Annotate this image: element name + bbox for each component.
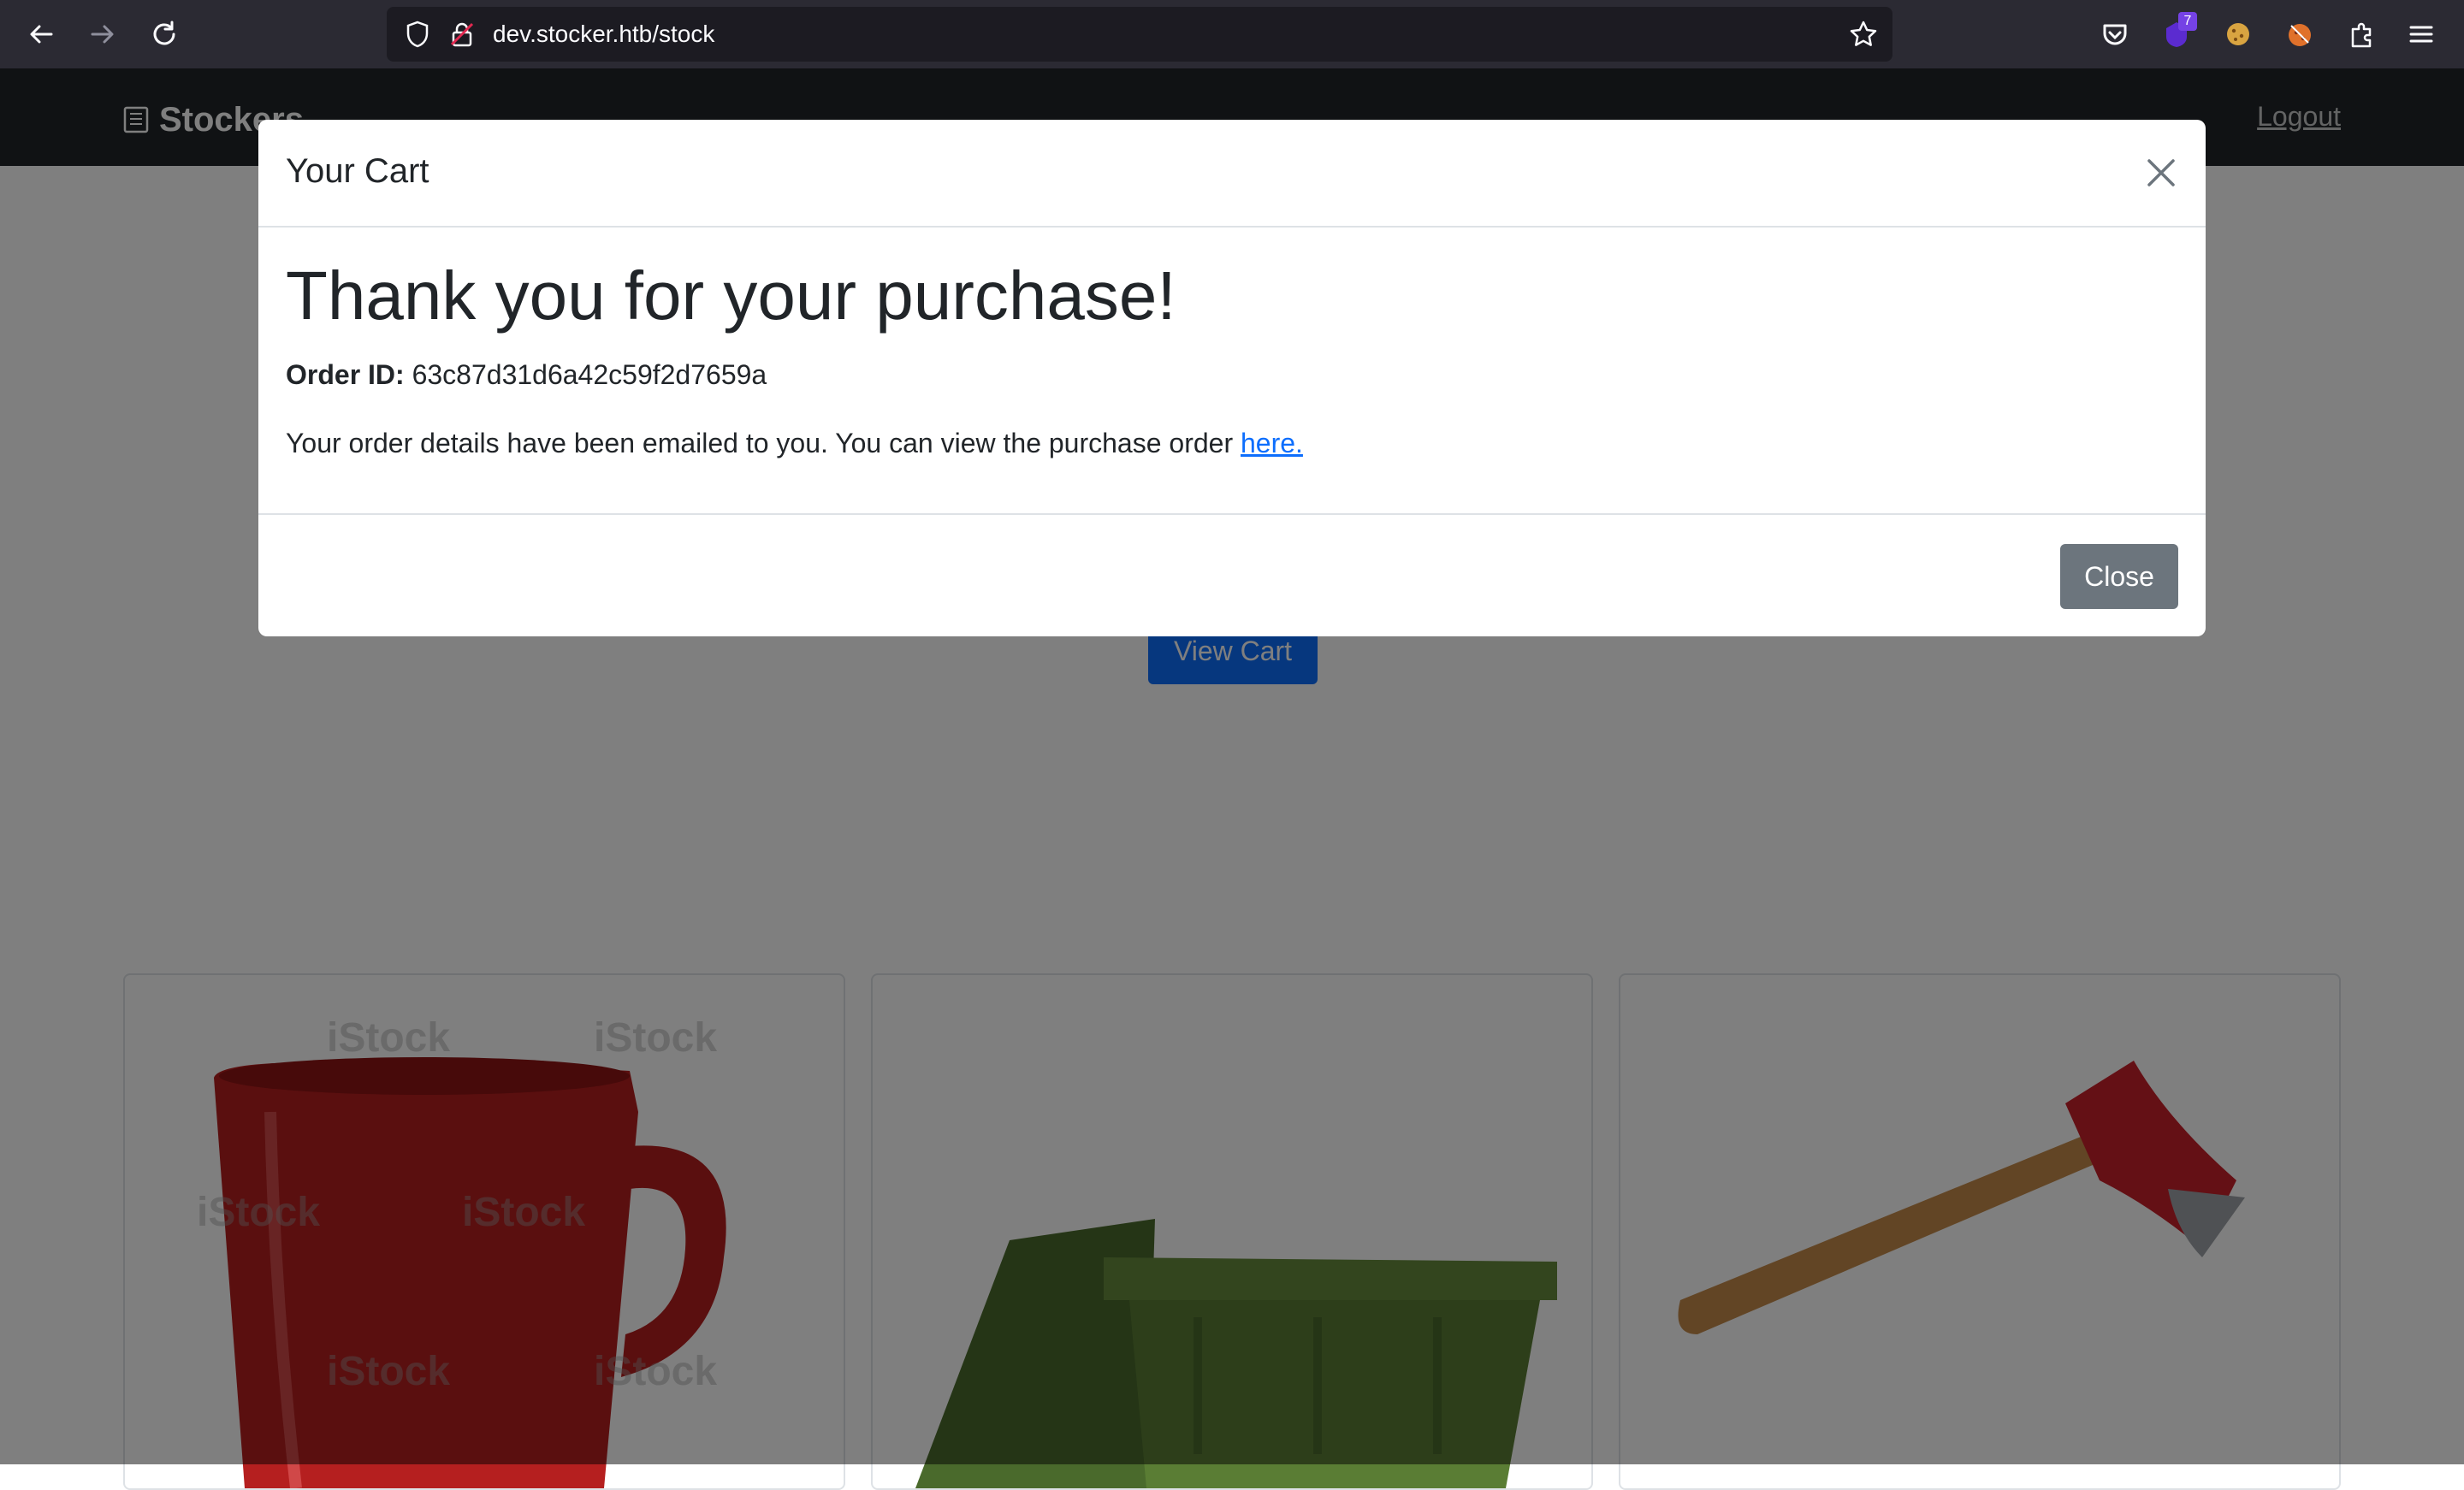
cookie-icon (2227, 23, 2249, 45)
cookie-editor-icon (2289, 24, 2311, 46)
email-notice-text: Your order details have been emailed to … (286, 428, 1241, 458)
insecure-lock-icon[interactable] (447, 19, 477, 50)
extension-button[interactable]: 7 (2159, 12, 2197, 51)
forward-button[interactable] (86, 17, 120, 51)
puzzle-icon (2351, 22, 2372, 48)
cookie-extension-button[interactable] (2221, 17, 2255, 51)
back-button[interactable] (24, 17, 58, 51)
modal-body: Thank you for your purchase! Order ID: 6… (286, 257, 2178, 458)
menu-button[interactable] (2404, 17, 2438, 51)
order-id-line: Order ID: 63c87d31d6a42c59f2d7659a (286, 359, 767, 391)
url-text[interactable]: dev.stocker.htb/stock (493, 21, 714, 48)
address-bar[interactable]: dev.stocker.htb/stock (387, 7, 1892, 62)
star-icon[interactable] (1848, 19, 1879, 50)
purchase-heading: Thank you for your purchase! (286, 257, 1176, 334)
hamburger-menu-icon (2409, 26, 2433, 43)
order-id-label: Order ID: (286, 359, 405, 390)
purchase-order-link[interactable]: here. (1241, 428, 1303, 458)
shield-icon[interactable] (402, 19, 433, 50)
extension-badge: 7 (2178, 12, 2197, 31)
modal-header: Your Cart (258, 120, 2206, 228)
arrow-left-icon (30, 25, 53, 44)
close-button[interactable]: Close (2060, 544, 2178, 609)
email-notice: Your order details have been emailed to … (286, 428, 1303, 459)
extensions-button[interactable] (2344, 17, 2378, 51)
pocket-button[interactable] (2098, 17, 2132, 51)
cookie-editor-button[interactable] (2283, 17, 2317, 51)
reload-icon (153, 21, 175, 45)
browser-toolbar: dev.stocker.htb/stock 7 (0, 0, 2464, 68)
order-id-value: 63c87d31d6a42c59f2d7659a (412, 359, 767, 390)
cart-modal: Your Cart Thank you for your purchase! O… (258, 120, 2206, 636)
modal-title: Your Cart (286, 152, 429, 190)
pocket-icon (2103, 24, 2127, 45)
arrow-right-icon (91, 25, 114, 44)
reload-button[interactable] (147, 17, 181, 51)
close-icon[interactable] (2144, 156, 2178, 190)
modal-footer: Close (258, 513, 2206, 636)
